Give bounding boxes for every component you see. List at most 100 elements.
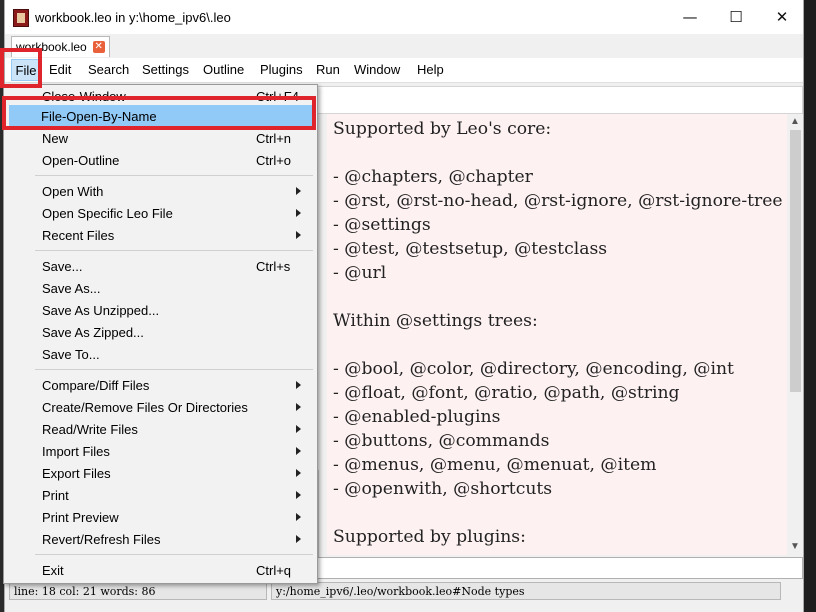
menu-run[interactable]: Run	[316, 62, 340, 77]
editor-scrollbar[interactable]: ▲ ▼	[787, 114, 803, 555]
menu-plugins[interactable]: Plugins	[260, 62, 303, 77]
menu-item-read-write-files[interactable]: Read/Write Files	[5, 418, 316, 440]
status-position: line: 18 col: 21 words: 86	[9, 582, 267, 600]
scroll-down-arrow-icon[interactable]: ▼	[787, 539, 803, 555]
menu-edit[interactable]: Edit	[49, 62, 71, 77]
submenu-arrow-icon	[296, 469, 301, 477]
menu-item-label: Compare/Diff Files	[42, 378, 150, 393]
menu-item-revert-refresh-files[interactable]: Revert/Refresh Files	[5, 528, 316, 550]
menu-item-print[interactable]: Print	[5, 484, 316, 506]
body-line: - @chapters, @chapter	[333, 167, 533, 187]
menu-separator	[35, 369, 313, 370]
menu-help[interactable]: Help	[417, 62, 444, 77]
submenu-arrow-icon	[296, 513, 301, 521]
menu-window[interactable]: Window	[354, 62, 400, 77]
body-line: - @test, @testsetup, @testclass	[333, 239, 608, 259]
title-bar: workbook.leo in y:\home_ipv6\.leo — ☐ ✕	[5, 0, 803, 34]
menu-separator	[35, 554, 313, 555]
menu-item-print-preview[interactable]: Print Preview	[5, 506, 316, 528]
menu-item-create-remove-files[interactable]: Create/Remove Files Or Directories	[5, 396, 316, 418]
body-line: Supported by Leo's core:	[333, 119, 552, 139]
submenu-arrow-icon	[296, 491, 301, 499]
menu-item-exit[interactable]: Exit Ctrl+q	[5, 559, 316, 581]
menu-item-new[interactable]: New Ctrl+n	[5, 127, 316, 149]
minimize-button[interactable]: —	[667, 0, 713, 34]
menu-item-open-with[interactable]: Open With	[5, 180, 316, 202]
menu-item-label: Save To...	[42, 347, 100, 362]
menu-item-label: Save...	[42, 259, 83, 274]
menu-outline[interactable]: Outline	[203, 62, 244, 77]
body-line: - @float, @font, @ratio, @path, @string	[333, 383, 680, 403]
menu-separator	[35, 175, 313, 176]
menu-item-label: Save As Zipped...	[42, 325, 144, 340]
menu-item-shortcut: Ctrl+s	[256, 259, 291, 274]
body-line: - @openwith, @shortcuts	[333, 479, 553, 499]
scroll-thumb[interactable]	[790, 130, 801, 392]
menu-settings[interactable]: Settings	[142, 62, 189, 77]
menu-item-open-outline[interactable]: Open-Outline Ctrl+o	[5, 149, 316, 171]
annotation-highlight-open-by-name	[2, 96, 316, 130]
menu-search[interactable]: Search	[88, 62, 129, 77]
menu-item-shortcut: Ctrl+q	[256, 563, 292, 578]
body-line	[333, 141, 783, 165]
menu-item-label: Open Specific Leo File	[42, 206, 173, 221]
body-line	[333, 501, 783, 525]
menu-item-save-as-zipped[interactable]: Save As Zipped...	[5, 321, 316, 343]
submenu-arrow-icon	[296, 231, 301, 239]
menu-item-label: New	[42, 131, 69, 146]
body-text: Supported by Leo's core: - @chapters, @c…	[333, 117, 783, 549]
body-line: - @rst, @rst-no-head, @rst-ignore, @rst-…	[333, 191, 783, 211]
menu-item-label: Open With	[42, 184, 104, 199]
submenu-arrow-icon	[296, 209, 301, 217]
body-line: Within @settings trees:	[333, 311, 538, 331]
menu-item-label: Revert/Refresh Files	[42, 532, 161, 547]
submenu-arrow-icon	[296, 425, 301, 433]
icon-bar	[317, 86, 803, 114]
body-line: - @bool, @color, @directory, @encoding, …	[333, 359, 734, 379]
body-line: - @url	[333, 263, 387, 283]
menu-item-label: Print Preview	[42, 510, 119, 525]
menu-item-export-files[interactable]: Export Files	[5, 462, 316, 484]
body-line: - @buttons, @commands	[333, 431, 550, 451]
submenu-arrow-icon	[296, 447, 301, 455]
menu-item-label: Create/Remove Files Or Directories	[42, 400, 248, 415]
body-line: - @menus, @menu, @menuat, @item	[333, 455, 657, 475]
submenu-arrow-icon	[296, 535, 301, 543]
menu-item-shortcut: Ctrl+o	[256, 153, 292, 168]
menu-item-save-as-unzipped[interactable]: Save As Unzipped...	[5, 299, 316, 321]
window-title: workbook.leo in y:\home_ipv6\.leo	[35, 10, 231, 25]
body-line: - @enabled-plugins	[333, 407, 501, 427]
body-line	[333, 285, 783, 309]
document-tab-row: workbook.leo ✕	[5, 34, 803, 58]
menu-item-save-to[interactable]: Save To...	[5, 343, 316, 365]
menu-item-save[interactable]: Save... Ctrl+s	[5, 255, 316, 277]
menu-item-label: Print	[42, 488, 69, 503]
menu-item-label: Save As...	[42, 281, 101, 296]
menu-item-compare-diff-files[interactable]: Compare/Diff Files	[5, 374, 316, 396]
menu-item-import-files[interactable]: Import Files	[5, 440, 316, 462]
menu-item-label: Import Files	[42, 444, 110, 459]
menu-item-save-as[interactable]: Save As...	[5, 277, 316, 299]
annotation-highlight-file-menu	[0, 48, 42, 88]
background-desktop	[802, 0, 816, 612]
file-dropdown-menu: Close-Window Ctrl+F4 File-Open-By-Name N…	[3, 84, 318, 584]
maximize-button[interactable]: ☐	[713, 0, 759, 34]
scroll-up-arrow-icon[interactable]: ▲	[787, 114, 803, 130]
body-line	[333, 333, 783, 357]
menu-item-label: Export Files	[42, 466, 111, 481]
menu-item-label: Open-Outline	[42, 153, 120, 168]
submenu-arrow-icon	[296, 403, 301, 411]
tab-close-icon[interactable]: ✕	[92, 41, 105, 53]
menu-item-label: Exit	[42, 563, 64, 578]
menu-item-label: Save As Unzipped...	[42, 303, 160, 318]
menu-item-open-specific-leo-file[interactable]: Open Specific Leo File	[5, 202, 316, 224]
submenu-arrow-icon	[296, 381, 301, 389]
menu-item-recent-files[interactable]: Recent Files	[5, 224, 316, 246]
close-button[interactable]: ✕	[759, 0, 805, 34]
menu-bar: Edit Search Settings Outline Plugins Run…	[5, 58, 803, 83]
body-editor[interactable]: Supported by Leo's core: - @chapters, @c…	[327, 114, 787, 555]
status-path: y:/home_ipv6/.leo/workbook.leo#Node type…	[271, 582, 781, 600]
menu-item-label: Recent Files	[42, 228, 115, 243]
menu-item-shortcut: Ctrl+n	[256, 131, 292, 146]
menu-item-label: Read/Write Files	[42, 422, 138, 437]
